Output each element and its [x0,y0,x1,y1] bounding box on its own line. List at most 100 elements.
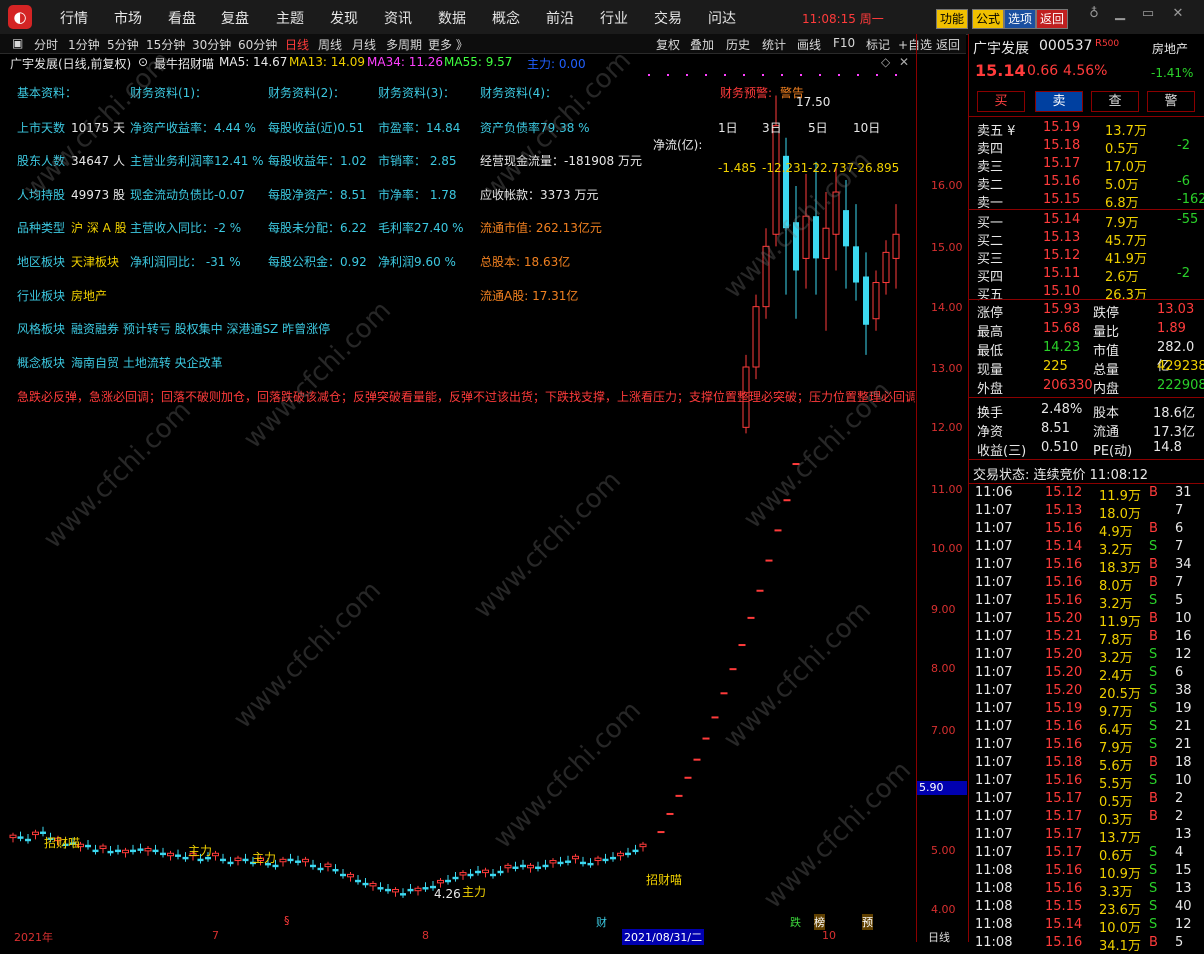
menu-item-5[interactable]: 发现 [330,8,358,28]
formula-button[interactable]: 公式 [972,9,1005,29]
candle-body [25,838,31,842]
tick-side: B [1149,809,1158,824]
order-row[interactable]: 卖四 15.18 0.5万 -2 [969,138,1204,157]
query-button[interactable]: 查 [1091,91,1139,112]
menu-item-3[interactable]: 复盘 [221,8,249,28]
menu-item-7[interactable]: 数据 [438,8,466,28]
event-mark[interactable]: 预 [862,914,873,930]
signal-dot [667,74,669,76]
close-panel-icon[interactable]: ✕ [899,55,909,69]
order-row[interactable]: 买四 15.11 2.6万 -2 [969,266,1204,285]
field-value: 总股本: 18.63亿 [480,255,571,269]
order-row[interactable]: 卖二 15.16 5.0万 -6 [969,174,1204,193]
tool-biaoji[interactable]: 标记 [866,36,890,53]
netflow-value: -12.231 [762,161,809,175]
period-tab-fenshi[interactable]: 分时 [34,36,58,53]
period-tab-daily[interactable]: 日线 [285,36,309,53]
order-change: -162 [1177,192,1204,207]
options-button[interactable]: 选项 [1004,9,1037,29]
diamond-icon[interactable]: ◇ [881,55,890,69]
app-logo-icon[interactable]: ◐ [8,5,32,29]
period-tab-15min[interactable]: 15分钟 [146,36,185,53]
stock-name: 广宇发展 [973,41,1029,57]
tool-diejia[interactable]: 叠加 [690,36,714,53]
tool-tongji[interactable]: 统计 [762,36,786,53]
candle-body [212,852,219,857]
skin-icon[interactable]: ♁ [1086,6,1102,22]
period-tab-more[interactable]: 更多 》 [428,36,468,53]
candle-body [144,847,152,852]
y-tick: 9.00 [931,603,956,616]
tick-volume: 18.0万 [1099,507,1141,522]
header-basic: 基本资料： [17,86,78,100]
tick-price: 15.16 [1045,593,1083,608]
order-row[interactable]: 买三 15.12 41.9万 [969,248,1204,267]
menu-item-1[interactable]: 市场 [114,8,142,28]
tick-row: 11:07 15.18 5.6万 B 18 [969,755,1204,774]
tick-side: S [1149,701,1158,716]
candle-body [242,858,249,862]
menu-item-2[interactable]: 看盘 [168,8,196,28]
tick-count: 34 [1175,557,1192,572]
period-tab-monthly[interactable]: 月线 [352,36,376,53]
return-button[interactable]: 返回 [1036,9,1069,29]
sell-button[interactable]: 卖 [1035,91,1083,112]
menu-item-0[interactable]: 行情 [60,8,88,28]
tick-count: 7 [1175,539,1184,554]
event-mark[interactable]: 榜 [814,914,825,930]
period-tab-5min[interactable]: 5分钟 [107,36,139,53]
candle-body [512,866,519,869]
menu-item-11[interactable]: 交易 [654,8,682,28]
period-tab-weekly[interactable]: 周线 [318,36,342,53]
menu-item-9[interactable]: 前沿 [546,8,574,28]
period-tab-multi[interactable]: 多周期 [386,36,422,53]
candle-body [639,843,647,848]
candle-body [762,245,770,308]
order-row[interactable]: 买二 15.13 45.7万 [969,230,1204,249]
tick-time: 11:07 [975,611,1013,626]
period-tab-60min[interactable]: 60分钟 [238,36,277,53]
tick-price: 15.21 [1045,629,1083,644]
event-mark[interactable]: 财 [596,914,607,930]
menu-item-4[interactable]: 主题 [276,8,304,28]
candle-body [625,852,631,856]
menu-item-10[interactable]: 行业 [600,8,628,28]
checkbox-icon[interactable]: ▣ [12,36,23,50]
event-mark-s[interactable]: § [284,914,290,927]
order-row[interactable]: 卖三 15.17 17.0万 [969,156,1204,175]
candle-body [32,831,39,836]
tick-row: 11:07 15.16 6.4万 S 21 [969,719,1204,738]
candle-body [369,882,377,887]
period-tab-1min[interactable]: 1分钟 [68,36,100,53]
minimize-icon[interactable]: ▁ [1112,6,1128,22]
field-value: 主营收入同比：-2 % [130,221,242,235]
order-row[interactable]: 卖一 15.15 6.8万 -162 [969,192,1204,211]
indicator-dropdown-icon[interactable]: ⊙ [138,55,148,69]
stat-label: 最高 [977,325,1004,340]
menu-item-6[interactable]: 资讯 [384,8,412,28]
tool-lishi[interactable]: 历史 [726,36,750,53]
indicator-name[interactable]: 最牛招财喵 [154,55,214,72]
close-icon[interactable]: ✕ [1170,6,1186,22]
order-price: 15.13 [1043,230,1081,245]
function-button[interactable]: 功能 [936,9,969,29]
alert-button[interactable]: 警 [1147,91,1195,112]
period-tab-30min[interactable]: 30分钟 [192,36,231,53]
tool-f10[interactable]: F10 [833,36,855,50]
candle-body [324,863,332,868]
signal-dot [648,74,650,76]
maximize-icon[interactable]: ▭ [1140,6,1156,22]
buy-button[interactable]: 买 [977,91,1025,112]
tool-huaxian[interactable]: 画线 [797,36,821,53]
order-row[interactable]: 卖五 ¥ 15.19 13.7万 [969,120,1204,139]
menu-item-12[interactable]: 问达 [708,8,736,28]
menu-item-8[interactable]: 概念 [492,8,520,28]
tool-fuquan[interactable]: 复权 [656,36,680,53]
order-row[interactable]: 买一 15.14 7.9万 -55 [969,212,1204,231]
tick-volume: 9.7万 [1099,705,1133,720]
ma55-label: MA55: 9.57 [444,55,513,69]
order-label: 买二 [977,234,1004,249]
tick-count: 21 [1175,737,1192,752]
event-mark[interactable]: 跌 [790,914,801,930]
stats-row: 外盘 206330 内盘 222908 [969,378,1204,397]
